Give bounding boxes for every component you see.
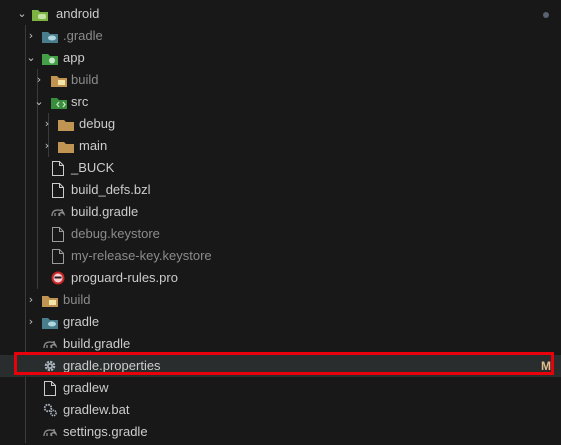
build-folder-icon [42,289,58,311]
chevron-right-icon: › [28,29,34,42]
tree-item-main[interactable]: › main [0,135,561,157]
android-folder-icon [32,3,48,25]
tree-item-label: build_defs.bzl [71,182,151,197]
tree-item-label: .gradle [63,28,103,43]
chevron-right-icon: › [44,117,50,130]
tree-item-label: debug.keystore [71,226,160,241]
folder-icon [58,135,74,157]
tree-item-app-build-gradle[interactable]: build.gradle [0,201,561,223]
tree-item-settings-gradle[interactable]: settings.gradle [0,421,561,443]
tree-item-debug[interactable]: › debug [0,113,561,135]
tree-item-build[interactable]: › build [0,289,561,311]
tree-item-proguard[interactable]: proguard-rules.pro [0,267,561,289]
build-folder-icon [51,69,67,91]
tree-item-gradle-properties[interactable]: gradle.properties M [0,355,561,377]
tree-item-src[interactable]: ⌄ src [0,91,561,113]
file-icon [42,377,58,399]
tree-item-release-keystore[interactable]: my-release-key.keystore [0,245,561,267]
tree-item-label: build [63,292,91,307]
chevron-down-icon: ⌄ [17,7,27,20]
tree-item-label: proguard-rules.pro [71,270,178,285]
gradle-file-icon [42,333,58,355]
file-icon [50,223,66,245]
tree-item-label: gradle [63,314,100,329]
tree-item-label: build.gradle [71,204,139,219]
chevron-down-icon: ⌄ [26,51,36,64]
proguard-icon [50,267,66,289]
tree-item-debug-keystore[interactable]: debug.keystore [0,223,561,245]
tree-item-label: app [63,50,85,65]
gradle-folder-icon [42,25,58,47]
chevron-right-icon: › [28,315,34,328]
tree-item-build-gradle[interactable]: build.gradle [0,333,561,355]
gear-icon [42,355,58,377]
tree-item-app-build[interactable]: › build [0,69,561,91]
file-icon [50,157,66,179]
tree-item-gradle-folder[interactable]: › gradle [0,311,561,333]
tree-item-label: _BUCK [71,160,115,175]
tree-item-label: gradle.properties [63,358,161,373]
tree-item-gradlew[interactable]: gradlew [0,377,561,399]
tree-item-label: debug [79,116,116,131]
folder-status-dot [543,12,549,18]
file-explorer-tree: ⌄ android › .gradle ⌄ app › build ⌄ src … [0,3,561,443]
tree-item-label: build [71,72,99,87]
app-folder-icon [42,47,58,69]
chevron-right-icon: › [44,139,50,152]
tree-item-app[interactable]: ⌄ app [0,47,561,69]
tree-item-label: src [71,94,89,109]
gradle-file-icon [42,421,58,443]
folder-icon [58,113,74,135]
tree-item-label: gradlew [63,380,109,395]
tree-item-dot-gradle[interactable]: › .gradle [0,25,561,47]
chevron-right-icon: › [36,73,42,86]
tree-item-label: gradlew.bat [63,402,130,417]
chevron-right-icon: › [28,293,34,306]
tree-item-label: main [79,138,108,153]
tree-item-gradlew-bat[interactable]: gradlew.bat [0,399,561,421]
tree-item-label: android [56,6,100,21]
src-folder-icon [51,91,67,113]
tree-item-label: build.gradle [63,336,131,351]
file-icon [50,245,66,267]
tree-item-label: my-release-key.keystore [71,248,212,263]
tree-item-buck[interactable]: _BUCK [0,157,561,179]
modified-badge: M [541,359,551,373]
gears-icon [42,399,58,421]
tree-item-build-defs[interactable]: build_defs.bzl [0,179,561,201]
file-icon [50,179,66,201]
gradle-folder-icon [42,311,58,333]
chevron-down-icon: ⌄ [34,95,44,108]
tree-item-label: settings.gradle [63,424,148,439]
gradle-file-icon [50,201,66,223]
tree-item-android[interactable]: ⌄ android [0,3,561,25]
